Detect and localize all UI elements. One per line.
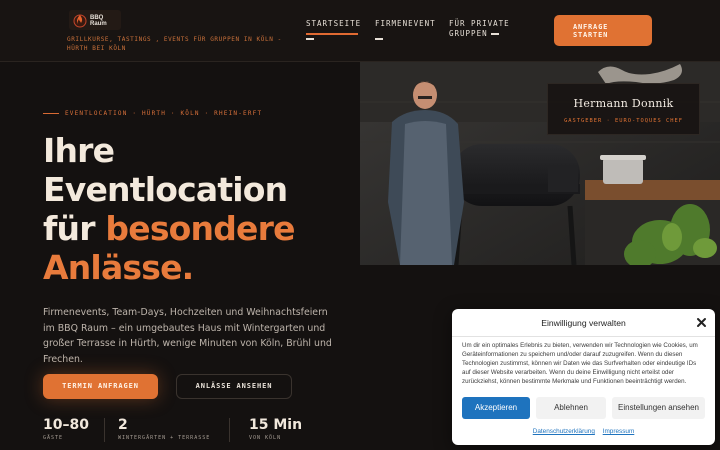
stat-value: 2 bbox=[118, 417, 128, 433]
nav-label: GRUPPEN bbox=[449, 29, 488, 38]
stat-guests: 10–80 GÄSTE bbox=[43, 417, 89, 441]
host-name-card: Hermann Donnik GASTGEBER · EURO-TOQUES C… bbox=[547, 83, 700, 135]
eyebrow-rule bbox=[43, 113, 59, 114]
headline-text: für bbox=[43, 209, 106, 248]
site-tagline: Grillkurse, Tastings , Events für Gruppe… bbox=[67, 36, 282, 52]
stat-distance: 15 Min VON KÖLN bbox=[249, 417, 302, 441]
headline-line: Eventlocation bbox=[43, 170, 288, 209]
cta-label: ANFRAGE bbox=[573, 23, 609, 31]
nav-indicator bbox=[375, 38, 383, 40]
deny-button[interactable]: Ablehnen bbox=[536, 397, 606, 419]
stat-label: VON KÖLN bbox=[249, 435, 282, 441]
stat-label: WINTERGÄRTEN + TERRASSE bbox=[118, 435, 211, 441]
consent-divider bbox=[452, 336, 715, 337]
consent-links: Datenschutzerklärung Impressum bbox=[452, 428, 715, 435]
headline-accent: Anlässe. bbox=[43, 248, 194, 287]
view-preferences-button[interactable]: Einstellungen ansehen bbox=[612, 397, 705, 419]
host-role: GASTGEBER · EURO-TOQUES CHEF bbox=[564, 118, 683, 124]
view-occasions-button[interactable]: ANLÄSSE ANSEHEN bbox=[176, 374, 292, 399]
headline-line: Ihre bbox=[43, 131, 115, 170]
nav-active-underline bbox=[306, 33, 358, 35]
nav-item-firmenevent[interactable]: FIRMENEVENT bbox=[375, 19, 436, 29]
nav-item-private-gruppen[interactable]: FÜR PRIVATE GRUPPEN bbox=[449, 19, 510, 39]
stat-divider bbox=[104, 418, 105, 442]
site-header: BBQ Raum Grillkurse, Tastings , Events f… bbox=[0, 0, 720, 62]
hero-headline: Ihre Eventlocation für besondere Anlässe… bbox=[43, 131, 353, 287]
stat-label: GÄSTE bbox=[43, 435, 64, 441]
stat-divider bbox=[229, 418, 230, 442]
headline-accent: besondere bbox=[105, 209, 295, 248]
stat-value: 15 Min bbox=[249, 417, 303, 433]
brand-logo[interactable]: BBQ Raum bbox=[69, 10, 121, 30]
nav-indicator bbox=[306, 38, 314, 40]
close-icon[interactable] bbox=[696, 317, 707, 328]
nav-item-startseite[interactable]: STARTSEITE bbox=[306, 19, 361, 29]
consent-text: Um dir ein optimales Erlebnis zu bieten,… bbox=[462, 342, 698, 385]
nav-indicator bbox=[490, 33, 499, 35]
nav-label: STARTSEITE bbox=[306, 19, 362, 28]
headline-line: für besondere bbox=[43, 209, 353, 248]
nav-label: FIRMENEVENT bbox=[375, 19, 436, 28]
cookie-consent-dialog: Einwilligung verwalten Um dir ein optima… bbox=[452, 309, 715, 445]
stat-wintergardens: 2 WINTERGÄRTEN + TERRASSE bbox=[118, 417, 210, 441]
stat-value: 10–80 bbox=[43, 417, 89, 433]
book-date-button[interactable]: TERMIN ANFRAGEN bbox=[43, 374, 158, 399]
logo-text: BBQ Raum bbox=[90, 15, 107, 27]
cta-label: STARTEN bbox=[573, 31, 609, 39]
nav-label: FÜR PRIVATE bbox=[449, 19, 510, 28]
accept-button[interactable]: Akzeptieren bbox=[462, 397, 530, 419]
imprint-link[interactable]: Impressum bbox=[603, 428, 635, 435]
privacy-policy-link[interactable]: Datenschutzerklärung bbox=[533, 428, 595, 435]
flame-logo-icon bbox=[73, 14, 87, 28]
hero-intro: Firmenevents, Team-Days, Hochzeiten und … bbox=[43, 307, 332, 365]
request-cta-button[interactable]: ANFRAGE STARTEN bbox=[554, 15, 652, 46]
consent-title: Einwilligung verwalten bbox=[541, 318, 626, 328]
host-name: Hermann Donnik bbox=[573, 97, 674, 110]
hero-eyebrow: EVENTLOCATION · HÜRTH · KÖLN · RHEIN-ERF… bbox=[65, 110, 263, 117]
